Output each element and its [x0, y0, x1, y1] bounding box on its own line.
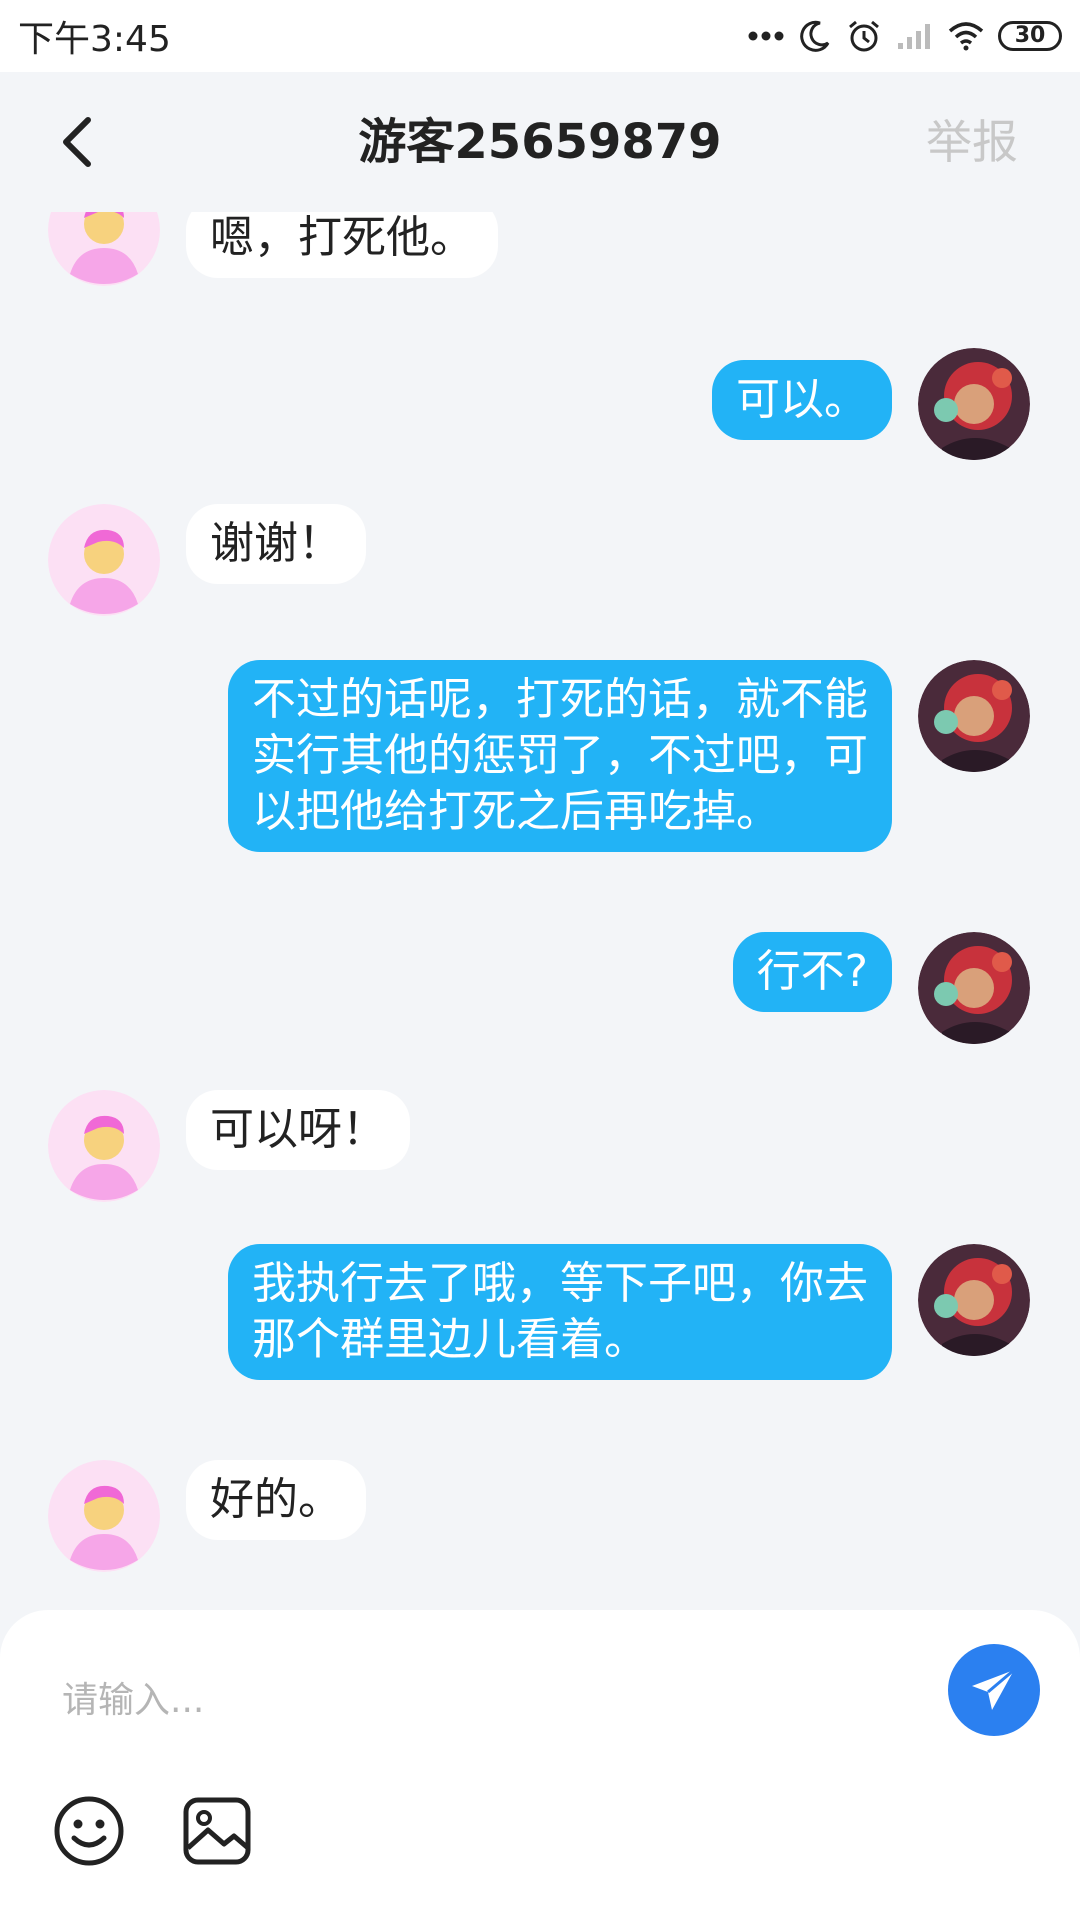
avatar[interactable] — [918, 348, 1030, 460]
paper-plane-icon — [972, 1668, 1015, 1710]
message-item: 不过的话呢，打死的话，就不能 实行其他的惩罚了，不过吧，可 以把他给打死之后再吃… — [0, 660, 1080, 880]
battery-icon: 30 — [998, 21, 1062, 51]
message-bubble: 我执行去了哦，等下子吧，你去 那个群里边儿看着。 — [228, 1244, 892, 1380]
alarm-icon — [846, 18, 882, 54]
avatar[interactable] — [48, 504, 160, 616]
signal-icon — [896, 21, 934, 51]
chat-screen: 下午3:45 30 游客25659879 举报 嗯，打死他。 可以。 谢谢！ 不… — [0, 0, 1080, 1920]
message-item: 嗯，打死他。 — [0, 212, 1080, 334]
message-bubble: 嗯，打死他。 — [186, 212, 498, 278]
report-button[interactable]: 举报 — [926, 112, 1018, 172]
message-bubble: 好的。 — [186, 1460, 366, 1540]
status-time: 下午3:45 — [18, 19, 171, 60]
message-item: 我执行去了哦，等下子吧，你去 那个群里边儿看着。 — [0, 1244, 1080, 1414]
message-bubble: 可以。 — [712, 360, 892, 440]
emoji-button[interactable] — [52, 1794, 126, 1868]
message-item: 谢谢！ — [0, 504, 1080, 624]
image-icon — [183, 1797, 251, 1865]
avatar[interactable] — [918, 932, 1030, 1044]
emoji-icon — [54, 1796, 124, 1866]
avatar[interactable] — [48, 1090, 160, 1202]
status-icons: 30 — [748, 18, 1062, 54]
message-bubble: 行不? — [732, 932, 892, 1012]
message-item: 可以。 — [0, 348, 1080, 468]
avatar[interactable] — [48, 212, 160, 286]
message-item: 行不? — [0, 932, 1080, 1052]
message-bubble: 不过的话呢，打死的话，就不能 实行其他的惩罚了，不过吧，可 以把他给打死之后再吃… — [228, 660, 892, 852]
avatar[interactable] — [48, 1460, 160, 1572]
message-item: 可以呀！ — [0, 1090, 1080, 1210]
message-bubble: 可以呀！ — [186, 1090, 410, 1170]
status-bar: 下午3:45 30 — [0, 0, 1080, 72]
message-list: 嗯，打死他。 可以。 谢谢！ 不过的话呢，打死的话，就不能 实行其他的惩罚了，不… — [0, 212, 1080, 1610]
moon-icon — [798, 19, 832, 53]
input-panel — [0, 1610, 1080, 1920]
more-dots-icon — [748, 30, 784, 42]
send-button[interactable] — [948, 1644, 1040, 1736]
nav-bar: 游客25659879 举报 — [0, 72, 1080, 212]
avatar[interactable] — [918, 660, 1030, 772]
message-input[interactable] — [62, 1660, 922, 1740]
message-item: 好的。 — [0, 1460, 1080, 1580]
image-button[interactable] — [180, 1794, 254, 1868]
message-bubble: 谢谢！ — [186, 504, 366, 584]
avatar[interactable] — [918, 1244, 1030, 1356]
page-title: 游客25659879 — [358, 114, 722, 170]
wifi-icon — [948, 21, 984, 51]
